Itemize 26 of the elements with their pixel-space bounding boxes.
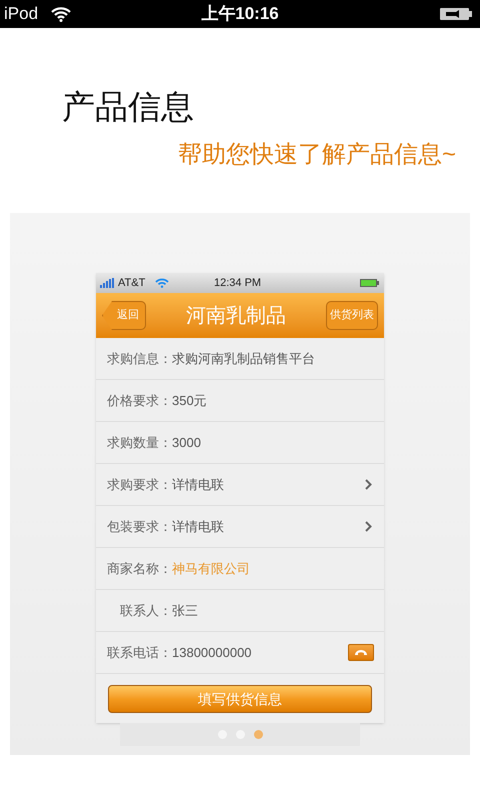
field-label: 联系人： [119,602,172,620]
carrier-name: AT&T [118,276,146,291]
field-value[interactable]: 神马有限公司 [172,558,250,578]
supply-list-button[interactable]: 供货列表 [326,301,378,330]
device-name: iPod [4,3,38,26]
field-value: 求购河南乳制品销售平台 [172,350,315,368]
back-button[interactable]: 返回 [102,301,146,330]
field-label: 求购数量： [106,434,172,452]
field-value: 详情电联 [172,476,224,494]
field-value: 350元 [172,392,207,410]
field-label: 求购要求： [106,476,172,494]
preview-clock: 12:34 PM [214,276,262,291]
page-subtitle: 帮助您快速了解产品信息~ [178,143,456,167]
field-label: 价格要求： [106,392,172,410]
field-label: 联系电话： [106,644,172,662]
page-title: 产品信息 [62,90,195,123]
field-value: 13800000000 [172,644,252,662]
nav-title: 河南乳制品 [185,304,287,328]
field-label: 商家名称： [106,560,172,578]
field-label: 包装要求： [106,518,172,536]
submit-button[interactable]: 填写供货信息 [108,685,372,713]
field-value: 张三 [172,602,198,620]
field-value: 3000 [172,434,201,452]
field-value: 详情电联 [172,518,224,536]
clock-time: 上午10:16 [201,3,279,26]
field-label: 求购信息： [106,350,172,368]
